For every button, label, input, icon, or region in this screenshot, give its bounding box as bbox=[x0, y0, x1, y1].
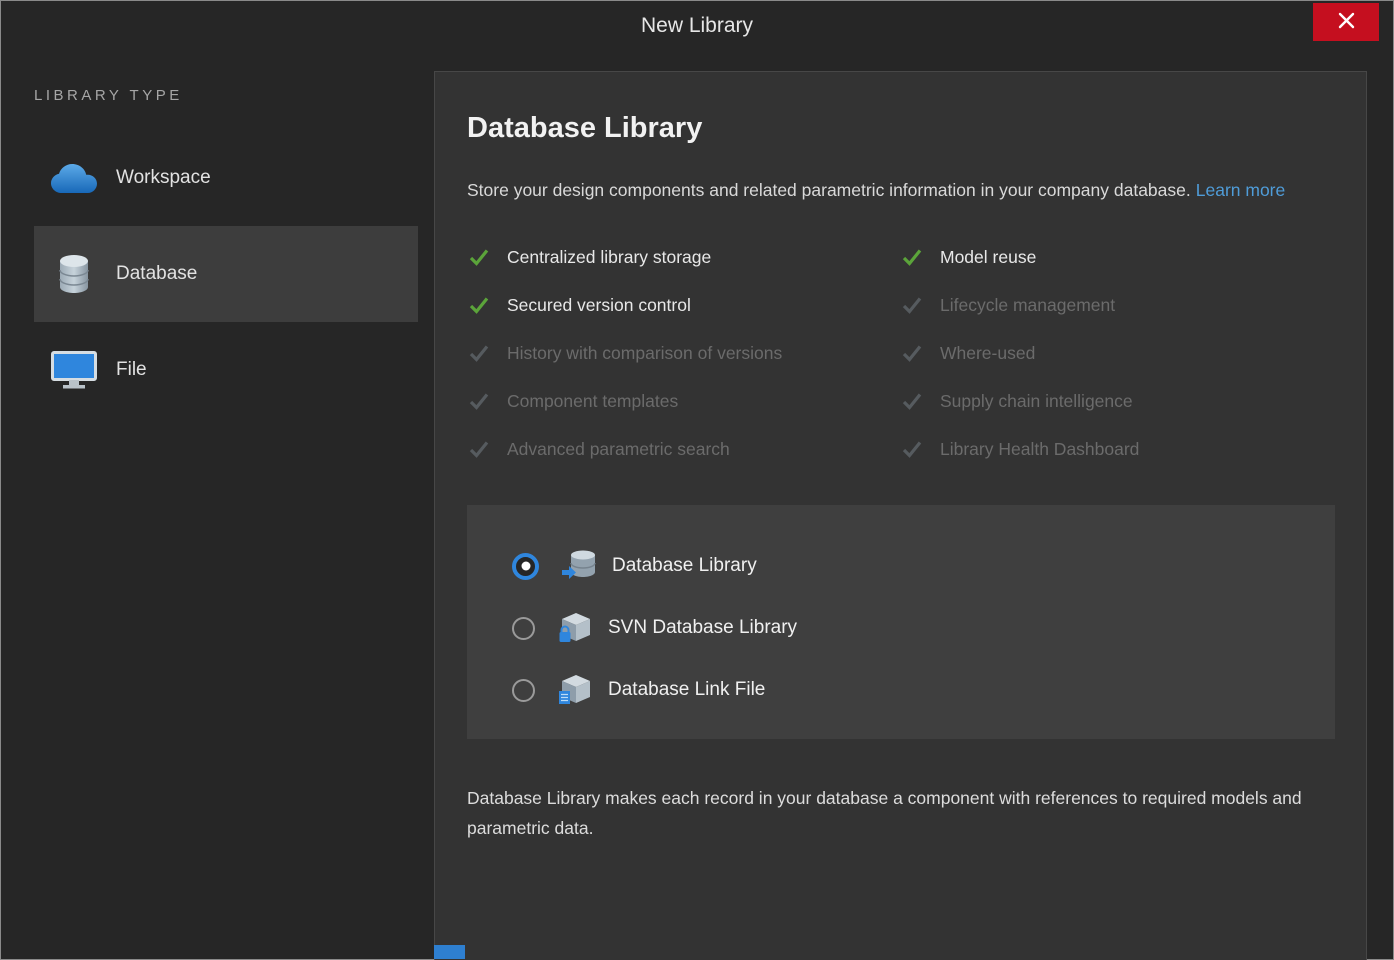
feature-column-left: Centralized library storage Secured vers… bbox=[467, 233, 900, 473]
feature-label: History with comparison of versions bbox=[507, 343, 782, 364]
feature-label: Lifecycle management bbox=[940, 295, 1115, 316]
feature-label: Centralized library storage bbox=[507, 247, 711, 268]
check-icon bbox=[900, 341, 924, 365]
sidebar-item-label: File bbox=[116, 359, 147, 381]
main-panel: Database Library Store your design compo… bbox=[434, 71, 1367, 960]
feature-item: Advanced parametric search bbox=[467, 425, 900, 473]
description: Store your design components and related… bbox=[467, 175, 1297, 205]
feature-item: Component templates bbox=[467, 377, 900, 425]
check-icon bbox=[900, 389, 924, 413]
option-label: Database Link File bbox=[608, 679, 765, 701]
feature-label: Where-used bbox=[940, 343, 1035, 364]
option-label: SVN Database Library bbox=[608, 617, 797, 639]
check-icon bbox=[467, 437, 491, 461]
check-icon bbox=[900, 293, 924, 317]
option-database-library[interactable]: Database Library bbox=[512, 535, 1335, 597]
radio-database-link-file[interactable] bbox=[512, 679, 535, 702]
feature-item: Model reuse bbox=[900, 233, 1334, 281]
feature-label: Component templates bbox=[507, 391, 678, 412]
close-icon bbox=[1338, 12, 1355, 32]
option-svn-database-library[interactable]: SVN Database Library bbox=[512, 597, 1335, 659]
learn-more-link[interactable]: Learn more bbox=[1196, 180, 1286, 200]
partial-blue-element bbox=[434, 945, 465, 959]
sidebar-header: LIBRARY TYPE bbox=[34, 87, 418, 104]
check-icon bbox=[900, 245, 924, 269]
feature-label: Advanced parametric search bbox=[507, 439, 730, 460]
radio-database-library[interactable] bbox=[512, 553, 539, 580]
option-database-link-file[interactable]: Database Link File bbox=[512, 659, 1335, 721]
svn-server-lock-icon bbox=[555, 612, 595, 644]
dialog-title: New Library bbox=[641, 14, 753, 38]
feature-item: History with comparison of versions bbox=[467, 329, 900, 377]
feature-label: Secured version control bbox=[507, 295, 691, 316]
sidebar-item-database[interactable]: Database bbox=[34, 226, 418, 322]
titlebar: New Library bbox=[1, 1, 1393, 51]
feature-item: Lifecycle management bbox=[900, 281, 1334, 329]
check-icon bbox=[467, 293, 491, 317]
radio-svn-database-library[interactable] bbox=[512, 617, 535, 640]
monitor-icon bbox=[48, 351, 100, 389]
new-library-dialog: New Library LIBRARY TYPE Workspace bbox=[0, 0, 1394, 960]
feature-label: Library Health Dashboard bbox=[940, 439, 1139, 460]
feature-label: Supply chain intelligence bbox=[940, 391, 1133, 412]
check-icon bbox=[900, 437, 924, 461]
library-options-panel: Database Library SVN Database Library bbox=[467, 505, 1335, 739]
check-icon bbox=[467, 245, 491, 269]
feature-item: Centralized library storage bbox=[467, 233, 900, 281]
sidebar-item-file[interactable]: File bbox=[34, 322, 418, 418]
sidebar-item-workspace[interactable]: Workspace bbox=[34, 130, 418, 226]
selected-option-description: Database Library makes each record in yo… bbox=[467, 783, 1327, 843]
database-link-file-icon bbox=[555, 674, 595, 706]
option-label: Database Library bbox=[612, 555, 757, 577]
page-title: Database Library bbox=[467, 112, 1334, 145]
database-icon bbox=[48, 254, 100, 294]
feature-item: Secured version control bbox=[467, 281, 900, 329]
feature-item: Library Health Dashboard bbox=[900, 425, 1334, 473]
check-icon bbox=[467, 389, 491, 413]
check-icon bbox=[467, 341, 491, 365]
database-arrow-icon bbox=[559, 550, 599, 582]
feature-list: Centralized library storage Secured vers… bbox=[467, 233, 1334, 473]
cloud-icon bbox=[48, 163, 100, 194]
feature-item: Supply chain intelligence bbox=[900, 377, 1334, 425]
description-text: Store your design components and related… bbox=[467, 180, 1191, 200]
feature-column-right: Model reuse Lifecycle management Where-u… bbox=[900, 233, 1334, 473]
close-button[interactable] bbox=[1313, 3, 1379, 41]
feature-item: Where-used bbox=[900, 329, 1334, 377]
sidebar-item-label: Workspace bbox=[116, 167, 211, 189]
feature-label: Model reuse bbox=[940, 247, 1036, 268]
sidebar: LIBRARY TYPE Workspace bbox=[2, 51, 418, 418]
sidebar-item-label: Database bbox=[116, 263, 197, 285]
